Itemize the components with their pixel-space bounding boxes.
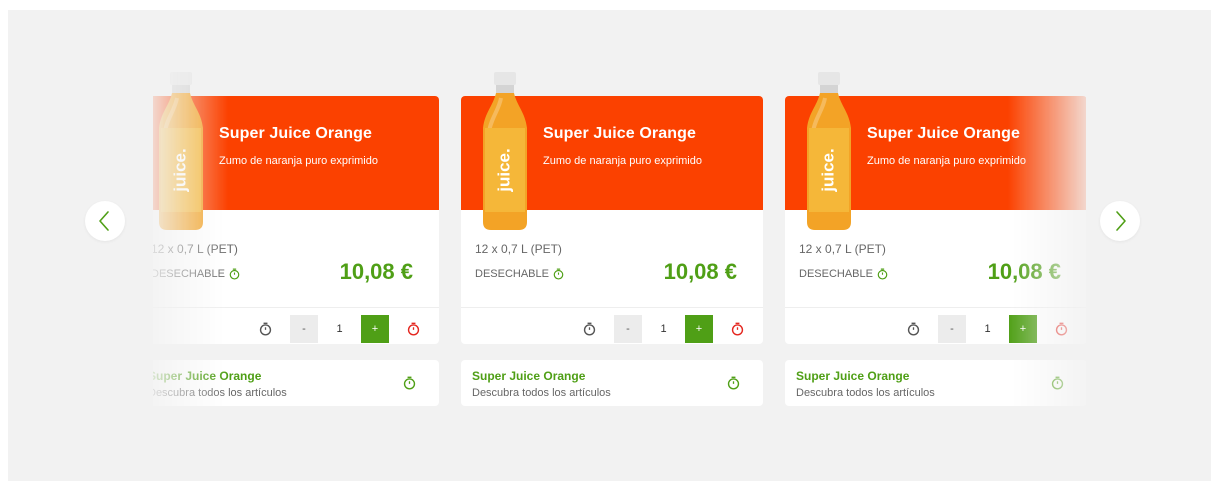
disposable-label: DESECHABLE [799,268,873,280]
carousel-prev-button[interactable] [85,201,125,241]
quantity-row: - + [461,314,763,344]
product-disposable: DESECHABLE [153,268,240,280]
product-pack: 12 x 0,7 L (PET) [153,242,238,256]
product-title[interactable]: Super Juice Orange [543,125,696,143]
product-subtitle: Zumo de naranja puro exprimido [543,155,702,167]
divider [461,307,763,308]
quantity-decrease-button[interactable]: - [614,315,642,343]
footer-title[interactable]: Super Juice Orange [153,369,261,383]
quantity-row: - + [785,314,1086,344]
timer-icon[interactable] [1055,322,1068,336]
product-subtitle: Zumo de naranja puro exprimido [867,155,1026,167]
product-pack: 12 x 0,7 L (PET) [475,242,562,256]
carousel-track: Super Juice Orange Zumo de naranja puro … [153,72,1086,412]
product-price: 10,08 € [987,259,1061,284]
footer-title[interactable]: Super Juice Orange [796,369,909,383]
product-card-footer[interactable]: Super Juice Orange Descubra todos los ar… [153,360,439,406]
carousel-next-button[interactable] [1100,201,1140,241]
divider [153,307,439,308]
disposable-label: DESECHABLE [153,268,225,280]
bottle-brand-label: juice. [494,148,513,192]
timer-icon [877,268,888,280]
chevron-left-icon [99,211,109,231]
carousel-section: Super Juice Orange Zumo de naranja puro … [8,10,1211,481]
footer-title[interactable]: Super Juice Orange [472,369,585,383]
timer-icon[interactable] [907,322,920,336]
quantity-row: - + [153,314,439,344]
timer-icon[interactable] [407,322,420,336]
chevron-right-icon [1116,211,1126,231]
timer-icon [229,268,240,280]
bottle-brand-label: juice. [170,148,189,192]
disposable-label: DESECHABLE [475,268,549,280]
quantity-input[interactable] [966,315,1009,343]
footer-subtitle: Descubra todos los artículos [796,387,935,399]
footer-subtitle: Descubra todos los artículos [472,387,611,399]
timer-icon[interactable] [731,322,744,336]
quantity-input[interactable] [642,315,685,343]
product-title[interactable]: Super Juice Orange [867,125,1020,143]
product-bottle-image: juice. [483,72,527,230]
divider [785,307,1086,308]
product-card: Super Juice Orange Zumo de naranja puro … [461,72,763,412]
quantity-increase-button[interactable]: + [361,315,389,343]
timer-icon[interactable] [1051,376,1064,390]
product-card-footer[interactable]: Super Juice Orange Descubra todos los ar… [461,360,763,406]
quantity-decrease-button[interactable]: - [938,315,966,343]
timer-icon[interactable] [583,322,596,336]
timer-icon[interactable] [403,376,416,390]
product-card-footer[interactable]: Super Juice Orange Descubra todos los ar… [785,360,1086,406]
product-price: 10,08 € [339,259,413,284]
product-disposable: DESECHABLE [475,268,564,280]
quantity-decrease-button[interactable]: - [290,315,318,343]
quantity-increase-button[interactable]: + [1009,315,1037,343]
product-subtitle: Zumo de naranja puro exprimido [219,155,378,167]
product-card: Super Juice Orange Zumo de naranja puro … [153,72,439,412]
product-pack: 12 x 0,7 L (PET) [799,242,886,256]
product-title[interactable]: Super Juice Orange [219,125,372,143]
product-price: 10,08 € [663,259,737,284]
product-bottle-image: juice. [159,72,203,230]
product-card: Super Juice Orange Zumo de naranja puro … [785,72,1086,412]
timer-icon [553,268,564,280]
quantity-input[interactable] [318,315,361,343]
quantity-increase-button[interactable]: + [685,315,713,343]
product-disposable: DESECHABLE [799,268,888,280]
timer-icon[interactable] [727,376,740,390]
footer-subtitle: Descubra todos los artículos [153,387,287,399]
product-bottle-image: juice. [807,72,851,230]
bottle-brand-label: juice. [818,148,837,192]
timer-icon[interactable] [259,322,272,336]
